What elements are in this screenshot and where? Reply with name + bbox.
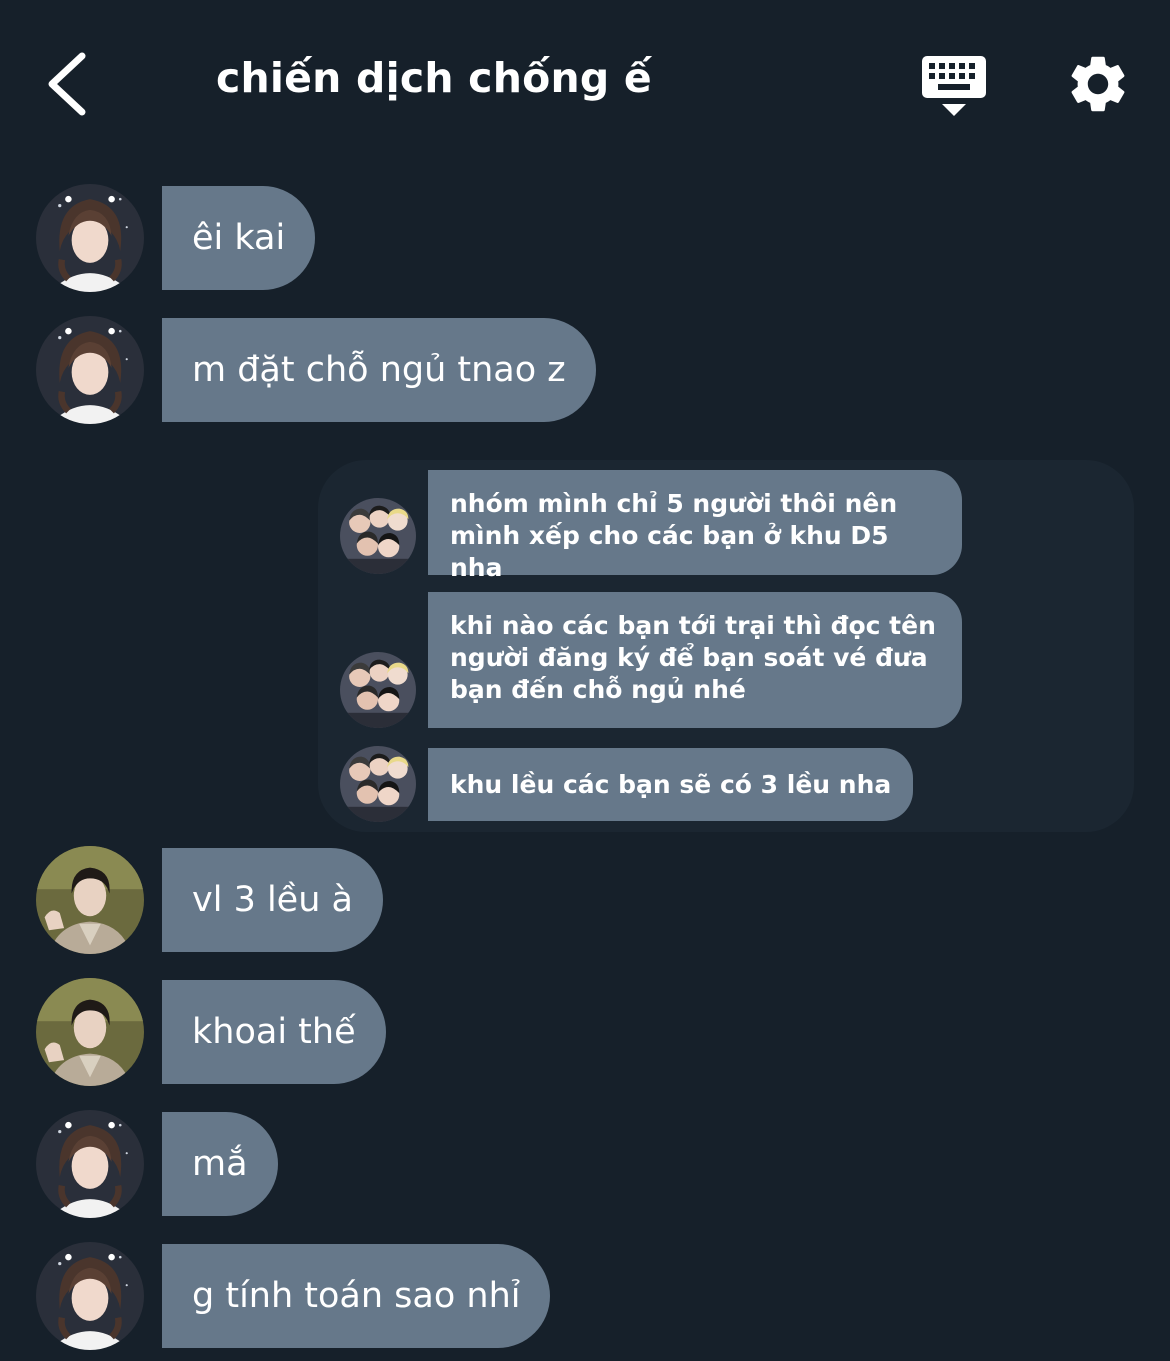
avatar[interactable] (36, 978, 144, 1086)
keyboard-toggle-button[interactable] (918, 52, 990, 120)
keyboard-hide-icon (922, 56, 986, 116)
settings-button[interactable] (1064, 50, 1132, 118)
avatar[interactable] (36, 846, 144, 954)
avatar[interactable] (340, 652, 416, 728)
back-button[interactable] (38, 48, 98, 120)
message-bubble: m đặt chỗ ngủ tnao z (162, 318, 596, 422)
message-bubble: khu lều các bạn sẽ có 3 lều nha (428, 748, 914, 821)
message-bubble: khi nào các bạn tới trại thì đọc tên ngư… (428, 592, 962, 728)
message-bubble: êi kai (162, 186, 316, 290)
avatar[interactable] (36, 184, 144, 292)
message-bubble: mắ (162, 1112, 278, 1216)
gear-icon (1071, 56, 1125, 112)
message-bubble: g tính toán sao nhỉ (162, 1244, 551, 1348)
avatar[interactable] (36, 1242, 144, 1350)
avatar[interactable] (340, 498, 416, 574)
chevron-left-icon (48, 52, 86, 116)
message-bubble: nhóm mình chỉ 5 người thôi nên mình xếp … (428, 470, 962, 582)
avatar[interactable] (340, 746, 416, 822)
message-bubble: vl 3 lều à (162, 848, 383, 952)
avatar[interactable] (36, 316, 144, 424)
avatar[interactable] (36, 1110, 144, 1218)
chat-header: chiến dịch chống ế (0, 0, 1170, 160)
message-bubble: khoai thế (162, 980, 386, 1084)
chat-title: chiến dịch chống ế (216, 54, 652, 102)
